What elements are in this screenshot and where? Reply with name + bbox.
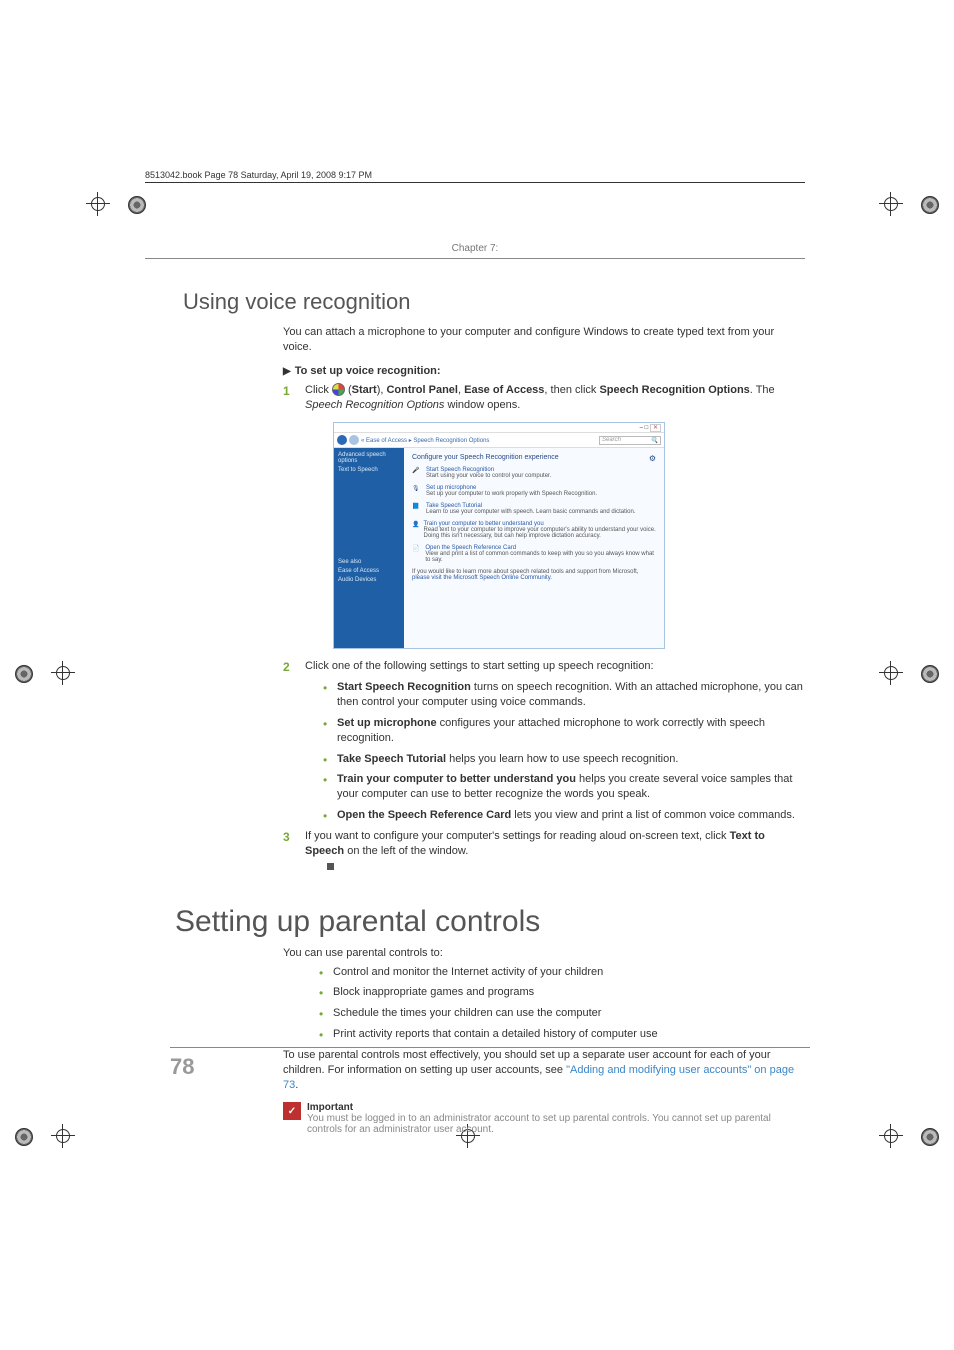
register-mark-icon: [883, 196, 899, 212]
community-link[interactable]: please visit the Microsoft Speech Online…: [412, 575, 550, 581]
option-reference-card[interactable]: 📄Open the Speech Reference CardView and …: [412, 545, 656, 563]
bullet-item: Block inappropriate games and programs: [319, 985, 805, 1000]
book-header-line: 8513042.book Page 78 Saturday, April 19,…: [145, 170, 805, 183]
important-body: You must be logged in to an administrato…: [307, 1113, 771, 1135]
page-content: 8513042.book Page 78 Saturday, April 19,…: [145, 170, 805, 1135]
windows-orb-icon: [332, 383, 345, 396]
microphone-icon: 🎙: [412, 485, 422, 497]
back-button-icon[interactable]: [337, 435, 347, 445]
breadcrumb[interactable]: « Ease of Access ▸ Speech Recognition Op…: [361, 437, 489, 444]
step-number: 3: [283, 829, 290, 845]
procedure-heading: ▶To set up voice recognition:: [283, 365, 805, 377]
step-1: 1 Click (Start), Control Panel, Ease of …: [283, 383, 805, 413]
crop-mark-icon: [921, 1128, 939, 1146]
important-label: Important: [307, 1102, 805, 1113]
step-number: 2: [283, 659, 290, 675]
procedure-steps: 1 Click (Start), Control Panel, Ease of …: [283, 383, 805, 413]
sidebar-link-ease[interactable]: Ease of Access: [338, 568, 400, 574]
chapter-header: Chapter 7:: [145, 243, 805, 259]
bullet-item: Schedule the times your children can use…: [319, 1006, 805, 1021]
speech-recognition-options-window: – □ ✕ « Ease of Access ▸ Speech Recognit…: [333, 422, 665, 649]
bullet-item: Print activity reports that contain a de…: [319, 1027, 805, 1042]
card-icon: 📄: [412, 545, 421, 563]
procedure-steps-cont: 2 Click one of the following settings to…: [283, 659, 805, 874]
important-callout: ✓ Important You must be logged in to an …: [283, 1102, 805, 1135]
register-mark-icon: [55, 1128, 71, 1144]
register-mark-icon: [883, 665, 899, 681]
step-3: 3 If you want to configure your computer…: [283, 829, 805, 875]
window-navbar: « Ease of Access ▸ Speech Recognition Op…: [334, 433, 664, 448]
sidebar-link-tts[interactable]: Text to Speech: [338, 467, 400, 473]
gear-icon[interactable]: ⚙: [649, 454, 656, 463]
register-mark-icon: [55, 665, 71, 681]
book-icon: 📘: [412, 503, 422, 515]
option-bullets: Start Speech Recognition turns on speech…: [305, 680, 805, 823]
parental-bullets: Control and monitor the Internet activit…: [301, 965, 805, 1042]
close-icon[interactable]: ✕: [650, 424, 661, 432]
section-heading-parental: Setting up parental controls: [175, 905, 805, 939]
option-start-speech[interactable]: 🎤Start Speech RecognitionStart using you…: [412, 467, 656, 479]
window-titlebar: – □ ✕: [334, 423, 664, 433]
panel-heading: Configure your Speech Recognition experi…: [412, 454, 656, 461]
option-tutorial[interactable]: 📘Take Speech TutorialLearn to use your c…: [412, 503, 656, 515]
bullet-item: Open the Speech Reference Card lets you …: [323, 808, 805, 823]
bullet-item: Train your computer to better understand…: [323, 772, 805, 802]
crop-mark-icon: [128, 196, 146, 214]
sidebar: Advanced speech options Text to Speech S…: [334, 448, 404, 648]
bullet-item: Set up microphone configures your attach…: [323, 716, 805, 746]
sidebar-link-advanced[interactable]: Advanced speech options: [338, 452, 400, 464]
main-panel: ⚙ Configure your Speech Recognition expe…: [404, 448, 664, 648]
crop-mark-icon: [15, 1128, 33, 1146]
end-of-procedure-icon: [327, 863, 334, 870]
intro-text: You can use parental controls to:: [283, 947, 805, 959]
search-input[interactable]: Search 🔍: [599, 436, 661, 445]
option-setup-mic[interactable]: 🎙Set up microphoneSet up your computer t…: [412, 485, 656, 497]
forward-button-icon[interactable]: [349, 435, 359, 445]
intro-paragraph: You can attach a microphone to your comp…: [283, 325, 805, 355]
register-mark-icon: [90, 196, 106, 212]
register-mark-icon: [883, 1128, 899, 1144]
microphone-icon: 🎤: [412, 467, 422, 479]
crop-mark-icon: [921, 665, 939, 683]
bullet-item: Take Speech Tutorial helps you learn how…: [323, 752, 805, 767]
person-icon: 👤: [412, 521, 419, 539]
bullet-item: Control and monitor the Internet activit…: [319, 965, 805, 980]
option-train[interactable]: 👤Train your computer to better understan…: [412, 521, 656, 539]
step-number: 1: [283, 383, 290, 399]
crop-mark-icon: [921, 196, 939, 214]
sidebar-link-seealso: See also: [338, 559, 400, 565]
bullet-item: Start Speech Recognition turns on speech…: [323, 680, 805, 710]
sidebar-link-audio[interactable]: Audio Devices: [338, 577, 400, 583]
crop-mark-icon: [15, 665, 33, 683]
section-heading-voice: Using voice recognition: [183, 289, 805, 315]
triangle-right-icon: ▶: [283, 366, 291, 377]
step-2: 2 Click one of the following settings to…: [283, 659, 805, 823]
footer-note: If you would like to learn more about sp…: [412, 569, 656, 581]
checkmark-icon: ✓: [283, 1102, 301, 1120]
search-icon: 🔍: [651, 437, 658, 444]
page-number: 78: [170, 1047, 810, 1080]
